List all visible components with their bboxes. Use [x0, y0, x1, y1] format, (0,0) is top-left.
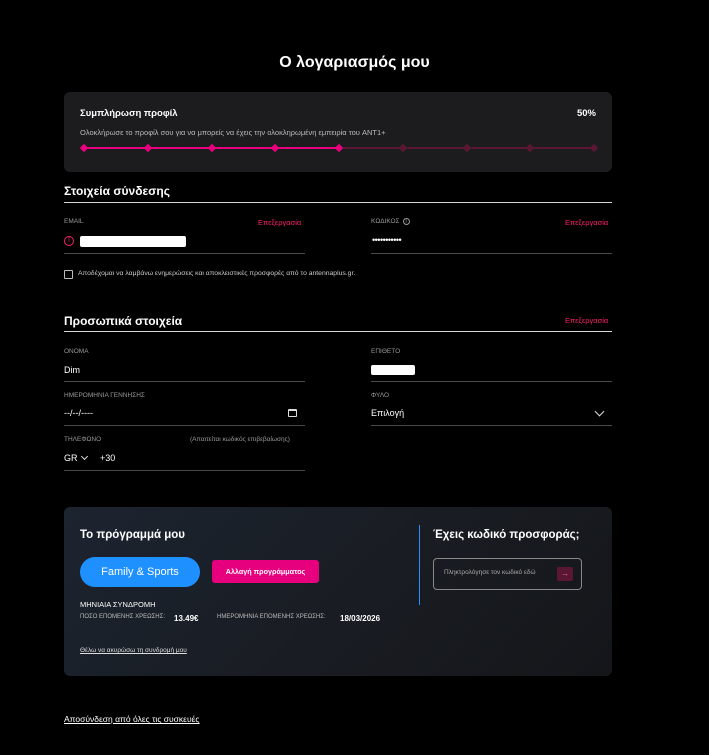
next-date-label: ΗΜΕΡΟΜΗΝΙΑ ΕΠΟΜΕΝΗΣ ΧΡΕΩΣΗΣ:	[217, 614, 326, 620]
profile-completion-title: Συμπλήρωση προφίλ	[80, 108, 178, 119]
progress-step-marker	[589, 143, 599, 153]
login-section-divider	[64, 202, 612, 203]
change-plan-button[interactable]: Αλλαγή προγράμματος	[212, 560, 319, 583]
profile-completion-card: Συμπλήρωση προφίλ 50% Ολοκλήρωσε το προφ…	[64, 92, 612, 172]
birthdate-label: ΗΜΕΡΟΜΗΝΙΑ ΓΕΝΝΗΣΗΣ	[64, 392, 145, 399]
marketing-consent-checkbox[interactable]	[64, 270, 73, 279]
progress-step-marker	[271, 143, 280, 153]
subscription-title: Το πρόγραμμά μου	[80, 529, 186, 541]
profile-completion-description: Ολοκλήρωσε το προφίλ σου για να μπορείς …	[80, 128, 386, 137]
surname-field-underline	[371, 381, 612, 382]
subscription-type: ΜΗΝΙΑΙΑ ΣΥΝΔΡΟΜΗ	[80, 600, 156, 609]
arrow-right-icon[interactable]: →	[557, 567, 573, 581]
password-value: •••••••••••	[372, 235, 402, 245]
progress-step-marker	[398, 143, 407, 153]
page-title: Ο λογαριασμός μου	[279, 54, 430, 71]
phone-prefix[interactable]: +30	[100, 453, 115, 463]
phone-verification-note: (Απαιτείται κωδικός επιβεβαίωσης)	[190, 436, 290, 443]
subscription-divider	[419, 525, 420, 605]
password-label: ΚΩΔΙΚΟΣ i	[371, 218, 410, 225]
promo-title: Έχεις κωδικό προσφοράς;	[433, 529, 580, 541]
name-value[interactable]: Dim	[64, 365, 80, 375]
progress-step-marker	[526, 143, 535, 153]
chevron-down-icon[interactable]	[594, 406, 605, 417]
login-section-title: Στοιχεία σύνδεσης	[64, 184, 170, 198]
profile-progress-track	[79, 143, 599, 153]
logout-all-devices-link[interactable]: Αποσύνδεση από όλες τις συσκευές	[64, 714, 200, 724]
personal-section-divider	[64, 331, 612, 332]
email-edit-link[interactable]: Επεξεργασία	[258, 218, 301, 227]
email-field-underline	[64, 253, 305, 254]
marketing-consent-label: Αποδέχομαι να λαμβάνω ενημερώσεις και απ…	[78, 270, 356, 277]
phone-country-select[interactable]: GR	[64, 453, 78, 463]
promo-code-input[interactable]	[444, 569, 552, 576]
gender-label: ΦΥΛΟ	[371, 392, 390, 399]
phone-label: ΤΗΛΕΦΩΝΟ	[64, 436, 102, 443]
name-field-underline	[64, 381, 305, 382]
profile-completion-percent: 50%	[576, 108, 596, 119]
surname-label: ΕΠΙΘΕΤΟ	[371, 348, 401, 355]
password-field-underline	[371, 253, 612, 254]
plan-name-pill: Family & Sports	[80, 557, 200, 587]
progress-step-marker	[79, 143, 89, 153]
progress-step-marker	[462, 143, 471, 153]
info-icon: i	[402, 218, 410, 225]
email-warning-icon: !	[64, 236, 74, 246]
progress-step-marker	[143, 143, 152, 153]
progress-step-marker	[334, 143, 344, 153]
calendar-icon[interactable]	[288, 409, 297, 417]
phone-field-underline	[64, 470, 305, 471]
progress-step-marker	[207, 143, 216, 153]
email-value-redacted	[80, 236, 186, 247]
password-edit-link[interactable]: Επεξεργασία	[565, 218, 608, 227]
next-amount-value: 13.49€	[174, 614, 199, 623]
promo-code-box: →	[433, 558, 582, 590]
gender-field-underline	[371, 425, 612, 426]
personal-edit-link[interactable]: Επεξεργασία	[565, 316, 608, 325]
name-label: ΟΝΟΜΑ	[64, 348, 89, 355]
next-date-value: 18/03/2026	[340, 614, 381, 623]
next-amount-label: ΠΟΣΟ ΕΠΟΜΕΝΗΣ ΧΡΕΩΣΗΣ:	[80, 614, 165, 620]
chevron-down-icon[interactable]	[80, 452, 89, 461]
personal-section-title: Προσωπικά στοιχεία	[64, 314, 183, 328]
birthdate-input[interactable]: --/--/----	[64, 408, 93, 418]
subscription-card: Το πρόγραμμά μου Family & Sports Αλλαγή …	[64, 507, 612, 676]
surname-value-redacted[interactable]	[371, 365, 415, 375]
cancel-subscription-link[interactable]: Θέλω να ακυρώσω τη συνδρομή μου	[80, 647, 187, 654]
birthdate-field-underline	[64, 425, 305, 426]
gender-select[interactable]: Επιλογή	[371, 408, 404, 418]
email-label: EMAIL	[64, 218, 84, 225]
